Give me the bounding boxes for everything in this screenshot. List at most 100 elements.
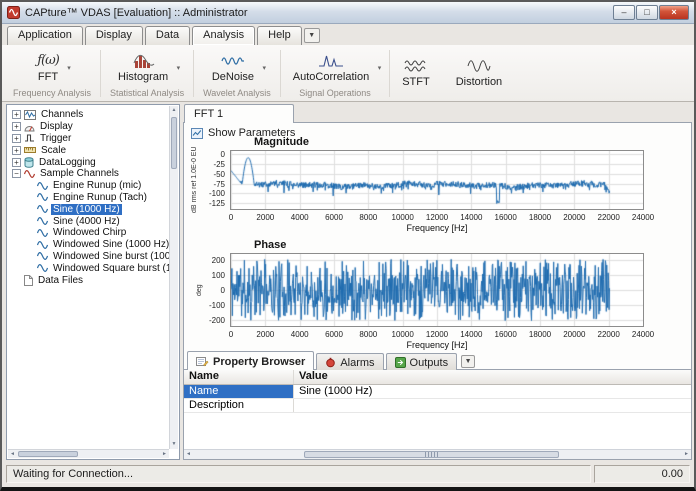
phase-plot-area [230,253,644,327]
scroll-up-icon[interactable]: ▲ [170,106,178,115]
wave-icon [37,263,48,273]
maximize-button[interactable]: □ [636,5,658,20]
distortion-icon [467,57,491,75]
scroll-right-icon[interactable]: ► [682,450,691,459]
tab-help[interactable]: Help [257,26,302,45]
scrollbar-thumb[interactable] [304,451,559,458]
histogram-label: Histogram [118,71,168,83]
ribbon-group-caption [454,97,458,101]
tree-horizontal-scrollbar[interactable]: ◄ ► [8,449,169,458]
y-tick-label: 200 [212,256,225,265]
tree-item-windowed-sine-1000-hz[interactable]: Windowed Sine (1000 Hz) [8,239,169,251]
column-header-name[interactable]: Name [184,370,294,384]
x-tick-label: 6000 [325,213,343,222]
tree-item-data-files[interactable]: Data Files [8,274,169,286]
tree-item-label: Display [38,121,75,132]
tree-item-windowed-chirp[interactable]: Windowed Chirp [8,227,169,239]
tab-alarms[interactable]: Alarms [316,353,383,370]
tree-item-label: Engine Runup (Tach) [51,192,149,203]
window-title: CAPture™ VDAS [Evaluation] :: Administra… [25,7,248,19]
collapse-minus-icon[interactable]: − [12,169,21,178]
scrollbar-thumb[interactable] [18,451,78,457]
minimize-button[interactable]: – [613,5,635,20]
tab-analysis[interactable]: Analysis [192,26,255,45]
property-name-cell[interactable]: Name [184,385,294,398]
dropdown-arrow-icon[interactable]: ▾ [177,64,181,72]
fft-button[interactable]: ƒ(ω)FFT▾ [32,50,72,84]
scroll-left-icon[interactable]: ◄ [8,450,17,458]
property-row-name[interactable]: NameSine (1000 Hz) [184,385,691,399]
scroll-down-icon[interactable]: ▼ [170,440,178,449]
tree-item-engine-runup-mic[interactable]: Engine Runup (mic) [8,180,169,192]
property-value-cell[interactable] [294,399,691,412]
expand-plus-icon[interactable]: + [12,158,21,167]
tree-item-windowed-sine-burst-100[interactable]: Windowed Sine burst (100 [8,251,169,263]
show-parameters-icon [191,128,203,139]
tree-item-engine-runup-tach[interactable]: Engine Runup (Tach) [8,192,169,204]
x-tick-label: 12000 [426,213,448,222]
tree-item-sine-1000-hz[interactable]: Sine (1000 Hz) [8,203,169,215]
tree-item-scale[interactable]: +Scale [8,144,169,156]
x-tick-label: 8000 [359,330,377,339]
tree-item-channels[interactable]: +Channels [8,109,169,121]
expander-spacer [25,193,34,202]
scrollbar-thumb[interactable] [171,117,177,169]
tab-fft-1[interactable]: FFT 1 [184,104,294,123]
tab-application[interactable]: Application [7,26,83,45]
tree-item-windowed-square-burst-100[interactable]: Windowed Square burst (100 [8,262,169,274]
tree-item-sample-channels[interactable]: −Sample Channels [8,168,169,180]
dropdown-arrow-icon[interactable]: ▾ [67,64,71,72]
tree-item-datalogging[interactable]: +DataLogging [8,156,169,168]
x-tick-label: 20000 [563,213,585,222]
bottom-tabstrip: Property Browser Alarms Outputs ▼ [187,351,475,370]
scroll-right-icon[interactable]: ► [160,450,169,458]
ribbon-group-caption: Wavelet Analysis [201,87,273,101]
property-value-cell[interactable]: Sine (1000 Hz) [294,385,691,398]
property-name-cell[interactable]: Description [184,399,294,412]
close-button[interactable]: × [659,5,689,20]
tree-item-label: Sine (1000 Hz) [51,204,122,215]
tab-property-browser[interactable]: Property Browser [187,351,314,370]
expand-plus-icon[interactable]: + [12,146,21,155]
status-bar: Waiting for Connection... 0.00 [2,461,694,487]
autocorrelation-label: AutoCorrelation [293,71,369,83]
ribbon-toolbar: ƒ(ω)FFT▾Frequency AnalysisHistogram▾Stat… [2,45,694,102]
tab-data[interactable]: Data [145,26,190,45]
menu-tabstrip: ApplicationDisplayDataAnalysisHelp▼ [2,24,694,45]
property-row-description[interactable]: Description [184,399,691,413]
x-tick-label: 16000 [495,330,517,339]
x-tick-label: 0 [229,330,233,339]
tree-vertical-scrollbar[interactable]: ▲ ▼ [169,106,178,449]
histogram-button[interactable]: Histogram ▾ [113,50,181,84]
tab-display[interactable]: Display [85,26,143,45]
tab-outputs[interactable]: Outputs [386,353,458,370]
display-icon [24,122,35,132]
tree-item-sine-4000-hz[interactable]: Sine (4000 Hz) [8,215,169,227]
tab-overflow-button[interactable]: ▼ [461,355,475,368]
column-header-value[interactable]: Value [294,370,691,384]
tab-label: Outputs [410,357,449,369]
expander-spacer [25,181,34,190]
expand-plus-icon[interactable]: + [12,134,21,143]
dropdown-arrow-icon[interactable]: ▾ [378,64,382,72]
expand-plus-icon[interactable]: + [12,122,21,131]
phase-x-axis-label: Frequency [Hz] [230,340,644,350]
tree-item-trigger[interactable]: +Trigger [8,133,169,145]
distortion-button[interactable]: Distortion [451,55,515,89]
tab-overflow-button[interactable]: ▼ [304,28,320,43]
wave-icon [37,204,48,214]
denoise-button[interactable]: DeNoise▾ [207,50,267,84]
magnitude-chart-title: Magnitude [254,136,309,148]
x-tick-label: 24000 [632,330,654,339]
autocorrelation-button[interactable]: AutoCorrelation ▾ [288,50,382,84]
scroll-left-icon[interactable]: ◄ [184,450,193,459]
x-tick-label: 6000 [325,330,343,339]
dropdown-arrow-icon[interactable]: ▾ [263,64,267,72]
tree-item-display[interactable]: + Display [8,121,169,133]
tab-label: Alarms [340,357,374,369]
expand-plus-icon[interactable]: + [12,110,21,119]
stft-button[interactable]: STFT [397,55,443,89]
tree-item-label: Windowed Sine burst (100 [51,251,169,262]
main-horizontal-scrollbar[interactable]: ◄ ► [184,449,691,459]
y-tick-label: 0 [221,150,225,159]
